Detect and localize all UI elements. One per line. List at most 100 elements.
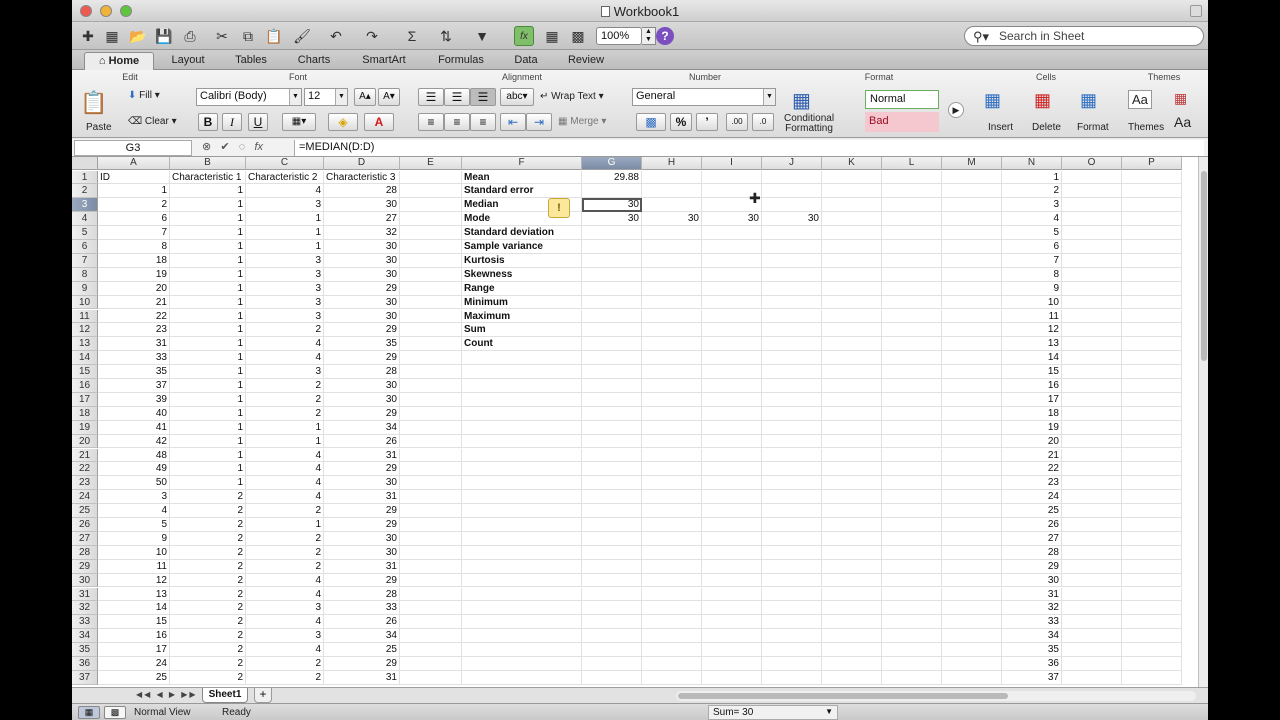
cell-n33[interactable]: 33 <box>1002 615 1062 630</box>
cell-a22[interactable]: 49 <box>98 462 170 477</box>
cell-p21[interactable] <box>1122 448 1182 463</box>
cell-l2[interactable] <box>882 184 942 199</box>
cell-c29[interactable]: 2 <box>246 559 324 574</box>
vertical-scrollbar[interactable] <box>1198 157 1208 687</box>
cell-m35[interactable] <box>942 643 1002 657</box>
cell-h17[interactable] <box>642 392 702 407</box>
cell-i24[interactable] <box>702 490 762 505</box>
cell-c23[interactable]: 4 <box>246 476 324 491</box>
cell-k17[interactable] <box>822 392 882 407</box>
cell-f21[interactable] <box>462 448 582 463</box>
cell-b5[interactable]: 1 <box>170 226 246 240</box>
row-header[interactable]: 8 <box>72 267 98 282</box>
cell-i20[interactable] <box>702 434 762 449</box>
text-orientation-button[interactable]: abc▾ <box>500 88 534 106</box>
cell-m7[interactable] <box>942 253 1002 268</box>
cell-c19[interactable]: 1 <box>246 420 324 435</box>
cell-j32[interactable] <box>762 601 822 616</box>
cell-h24[interactable] <box>642 490 702 505</box>
cell-m8[interactable] <box>942 267 1002 282</box>
cell-m3[interactable] <box>942 198 1002 213</box>
cell-k20[interactable] <box>822 434 882 449</box>
cell-f24[interactable] <box>462 490 582 505</box>
column-header-p[interactable]: P <box>1122 157 1182 170</box>
cell-j1[interactable] <box>762 170 822 185</box>
cell-b36[interactable]: 2 <box>170 657 246 671</box>
cell-i25[interactable] <box>702 504 762 518</box>
sheet-navigation-arrows[interactable]: ◀◀ ◀ ▶ ▶▶ <box>136 690 198 699</box>
cell-g26[interactable] <box>582 518 642 532</box>
cell-d27[interactable]: 30 <box>324 531 400 546</box>
cell-j17[interactable] <box>762 392 822 407</box>
cell-e26[interactable] <box>400 518 462 532</box>
cell-i34[interactable] <box>702 629 762 644</box>
cell-f15[interactable] <box>462 365 582 379</box>
cell-j15[interactable] <box>762 365 822 379</box>
cell-l17[interactable] <box>882 392 942 407</box>
cell-o19[interactable] <box>1062 420 1122 435</box>
cell-b18[interactable]: 1 <box>170 406 246 421</box>
cell-g16[interactable] <box>582 379 642 393</box>
cell-k37[interactable] <box>822 670 882 685</box>
cell-f33[interactable] <box>462 615 582 630</box>
cell-i14[interactable] <box>702 351 762 366</box>
cell-n16[interactable]: 16 <box>1002 379 1062 393</box>
cell-o10[interactable] <box>1062 295 1122 310</box>
cell-i36[interactable] <box>702 657 762 671</box>
cell-h35[interactable] <box>642 643 702 657</box>
cell-f16[interactable] <box>462 379 582 393</box>
cell-b12[interactable]: 1 <box>170 323 246 338</box>
increase-font-size-button[interactable]: A▴ <box>354 88 376 106</box>
cell-j35[interactable] <box>762 643 822 657</box>
cell-m9[interactable] <box>942 281 1002 296</box>
cell-a12[interactable]: 23 <box>98 323 170 338</box>
cell-e5[interactable] <box>400 226 462 240</box>
autosum-icon[interactable]: Σ <box>402 26 422 46</box>
cell-f26[interactable] <box>462 518 582 532</box>
cell-b7[interactable]: 1 <box>170 253 246 268</box>
format-button[interactable]: Format <box>1077 122 1109 133</box>
percent-format-button[interactable]: % <box>670 113 692 131</box>
cell-j16[interactable] <box>762 379 822 393</box>
font-size-select[interactable]: 12 ▼ <box>304 88 348 106</box>
number-format-select[interactable]: General ▼ <box>632 88 776 106</box>
cell-e9[interactable] <box>400 281 462 296</box>
cell-d5[interactable]: 32 <box>324 226 400 240</box>
cell-f22[interactable] <box>462 462 582 477</box>
cell-o9[interactable] <box>1062 281 1122 296</box>
cell-k16[interactable] <box>822 379 882 393</box>
cell-p5[interactable] <box>1122 226 1182 240</box>
cell-k23[interactable] <box>822 476 882 491</box>
cell-l15[interactable] <box>882 365 942 379</box>
cell-k10[interactable] <box>822 295 882 310</box>
column-header-f[interactable]: F <box>462 157 582 170</box>
comma-style-button[interactable]: ’ <box>696 113 718 131</box>
cell-i18[interactable] <box>702 406 762 421</box>
cell-i30[interactable] <box>702 573 762 588</box>
row-header[interactable]: 27 <box>72 531 98 546</box>
cell-l19[interactable] <box>882 420 942 435</box>
select-all-corner[interactable] <box>72 157 98 170</box>
cell-d29[interactable]: 31 <box>324 559 400 574</box>
cell-m10[interactable] <box>942 295 1002 310</box>
wrap-text-button[interactable]: ↵ Wrap Text ▾ <box>540 91 604 102</box>
cell-d2[interactable]: 28 <box>324 184 400 199</box>
cell-a16[interactable]: 37 <box>98 379 170 393</box>
cell-b21[interactable]: 1 <box>170 448 246 463</box>
cell-c17[interactable]: 2 <box>246 392 324 407</box>
cell-p14[interactable] <box>1122 351 1182 366</box>
cell-p7[interactable] <box>1122 253 1182 268</box>
cell-f10[interactable]: Minimum <box>462 295 582 310</box>
search-field[interactable]: ⚲▾ Search in Sheet <box>964 26 1204 46</box>
cell-b17[interactable]: 1 <box>170 392 246 407</box>
cell-p35[interactable] <box>1122 643 1182 657</box>
theme-fonts-icon[interactable]: Aa <box>1174 114 1191 130</box>
cell-c8[interactable]: 3 <box>246 267 324 282</box>
cell-f8[interactable]: Skewness <box>462 267 582 282</box>
cell-h22[interactable] <box>642 462 702 477</box>
cell-l6[interactable] <box>882 240 942 254</box>
cell-f2[interactable]: Standard error <box>462 184 582 199</box>
cell-j22[interactable] <box>762 462 822 477</box>
cell-d34[interactable]: 34 <box>324 629 400 644</box>
cell-a11[interactable]: 22 <box>98 309 170 324</box>
